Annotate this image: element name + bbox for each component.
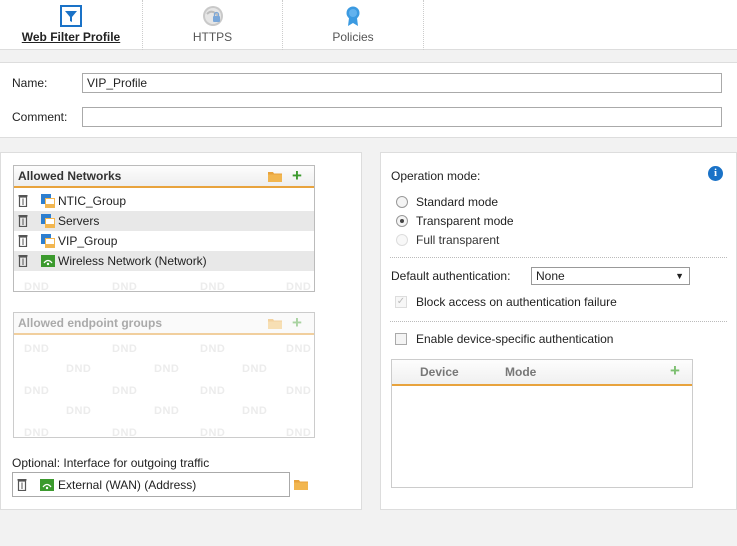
standard-mode-radio[interactable] (396, 196, 408, 208)
divider (390, 321, 727, 322)
dnd-placeholder: DND (24, 343, 50, 355)
full-transparent-label: Full transparent (416, 233, 500, 247)
https-icon (202, 6, 223, 26)
list-item-label: Servers (58, 214, 100, 228)
filter-icon (60, 5, 82, 27)
wireless-network-icon (41, 255, 55, 267)
add-network-button[interactable]: + (292, 167, 308, 184)
list-item[interactable]: VIP_Group (14, 231, 314, 251)
name-field[interactable] (82, 73, 722, 93)
list-item[interactable]: Servers (14, 211, 314, 231)
dropdown-arrow-icon: ▼ (675, 271, 684, 281)
list-item[interactable]: Wireless Network (Network) (14, 251, 314, 271)
dnd-placeholder: DND (242, 363, 268, 375)
tab-https[interactable]: HTTPS (143, 0, 283, 50)
list-item-label: NTIC_Group (58, 194, 127, 208)
tab-bar: Web Filter Profile HTTPS Policies (0, 0, 737, 50)
device-table: Device Mode + (391, 359, 693, 488)
dnd-placeholder: DND (24, 427, 50, 438)
allowed-networks-header: Allowed Networks + (14, 166, 314, 188)
comment-label: Comment: (12, 110, 68, 124)
device-table-header: Device Mode + (392, 360, 692, 386)
column-header-device: Device (420, 365, 459, 379)
trash-icon[interactable] (18, 214, 28, 227)
outgoing-interface-value: External (WAN) (Address) (58, 478, 197, 492)
dnd-placeholder: DND (242, 405, 268, 417)
tab-web-filter-profile[interactable]: Web Filter Profile (0, 0, 143, 50)
dnd-placeholder: DND (112, 385, 138, 397)
folder-icon (268, 319, 282, 329)
network-group-icon (41, 234, 55, 248)
full-transparent-radio (396, 234, 408, 246)
dnd-placeholder: DND (112, 281, 138, 292)
dnd-placeholder: DND (200, 427, 226, 438)
dnd-placeholder: DND (24, 281, 50, 292)
tab-label: Web Filter Profile (21, 30, 121, 44)
block-access-label: Block access on authentication failure (416, 295, 617, 309)
device-auth-checkbox[interactable] (395, 333, 407, 345)
dnd-placeholder: DND (112, 343, 138, 355)
add-endpoint-group-button: + (292, 313, 302, 332)
dnd-placeholder: DND (200, 385, 226, 397)
network-group-icon (41, 194, 55, 208)
column-header-mode: Mode (505, 365, 537, 379)
dnd-placeholder: DND (66, 363, 92, 375)
trash-icon[interactable] (18, 194, 28, 207)
allowed-networks-title: Allowed Networks (18, 169, 122, 183)
outgoing-interface-field[interactable]: External (WAN) (Address) (12, 472, 290, 497)
dnd-placeholder: DND (154, 363, 180, 375)
dnd-placeholder: DND (200, 281, 226, 292)
divider (390, 257, 727, 258)
list-item-label: VIP_Group (58, 234, 118, 248)
dnd-placeholder: DND (200, 343, 226, 355)
dnd-placeholder: DND (286, 343, 312, 355)
endpoint-groups-title: Allowed endpoint groups (18, 316, 162, 330)
default-authentication-label: Default authentication: (391, 269, 511, 283)
add-device-button[interactable]: + (670, 362, 680, 379)
trash-icon[interactable] (18, 254, 28, 267)
tab-label: Policies (332, 30, 374, 44)
transparent-mode-label: Transparent mode (416, 214, 514, 228)
network-group-icon (41, 214, 55, 228)
dnd-placeholder: DND (154, 405, 180, 417)
tab-policies[interactable]: Policies (283, 0, 424, 50)
dnd-placeholder: DND (24, 385, 50, 397)
block-access-checkbox: ✓ (395, 296, 407, 308)
default-authentication-select[interactable]: None ▼ (531, 267, 690, 285)
dnd-placeholder: DND (66, 405, 92, 417)
operation-mode-label: Operation mode: (391, 169, 481, 183)
device-auth-label: Enable device-specific authentication (416, 332, 614, 346)
dnd-placeholder: DND (112, 427, 138, 438)
allowed-networks-list: Allowed Networks + DND DND DND DND NTIC_… (13, 165, 315, 292)
trash-icon[interactable] (18, 234, 28, 247)
dnd-placeholder: DND (286, 427, 312, 438)
list-item-label: Wireless Network (Network) (58, 254, 207, 268)
name-label: Name: (12, 76, 48, 90)
folder-icon[interactable] (293, 477, 309, 491)
policies-icon (346, 6, 360, 26)
dnd-placeholder: DND (286, 281, 312, 292)
folder-icon[interactable] (267, 169, 283, 183)
info-icon[interactable]: i (708, 166, 723, 181)
dnd-placeholder: DND (286, 385, 312, 397)
outgoing-interface-label: Optional: Interface for outgoing traffic (12, 456, 210, 470)
tab-label: HTTPS (192, 30, 233, 44)
default-authentication-value: None (536, 269, 565, 283)
transparent-mode-radio[interactable] (396, 215, 408, 227)
profile-details-panel: Name: Comment: (0, 62, 737, 138)
trash-icon[interactable] (17, 478, 27, 491)
endpoint-groups-header: Allowed endpoint groups + (14, 313, 314, 335)
endpoint-groups-list: Allowed endpoint groups + DND DND DND DN… (13, 312, 315, 438)
list-item[interactable]: NTIC_Group (14, 191, 314, 211)
standard-mode-label: Standard mode (416, 195, 499, 209)
comment-field[interactable] (82, 107, 722, 127)
network-interface-icon (40, 479, 54, 491)
